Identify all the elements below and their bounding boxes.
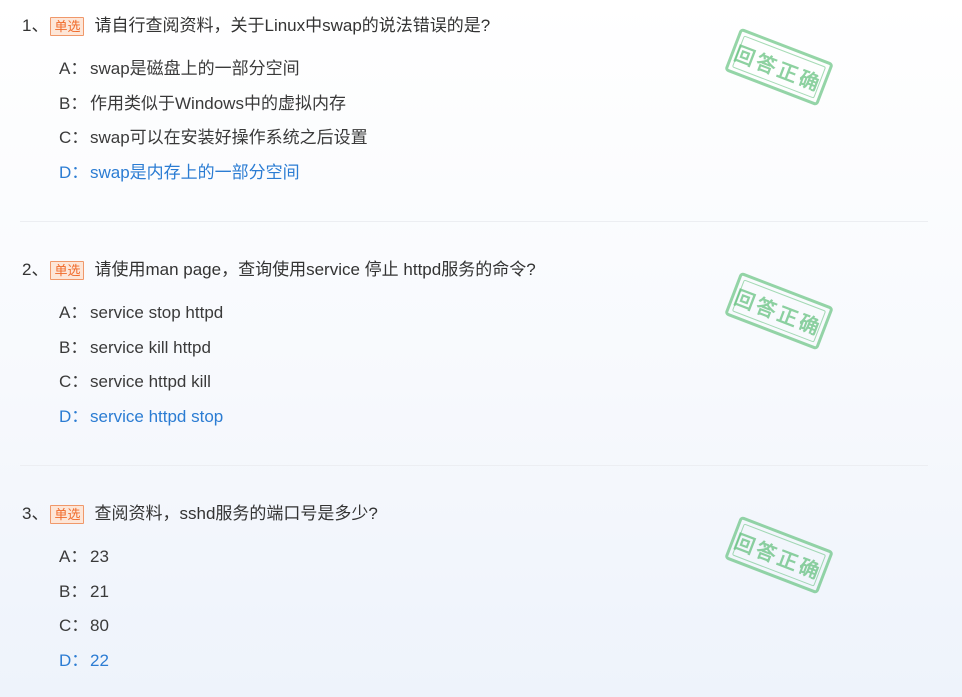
option-letter: A： (59, 303, 88, 322)
option-text: service httpd kill (90, 372, 211, 391)
question-title: 1、 单选 请自行查阅资料，关于Linux中swap的说法错误的是? (22, 14, 490, 38)
option-c[interactable]: C： service httpd kill (59, 370, 223, 405)
option-letter: C： (59, 372, 89, 391)
option-letter: B： (59, 581, 88, 601)
stamp-text: 回答正确 (731, 528, 826, 585)
question-title: 3、 单选 查阅资料，sshd服务的端口号是多少? (22, 502, 378, 526)
option-b[interactable]: B： 21 (59, 580, 109, 615)
option-letter: A： (59, 547, 88, 566)
correct-answer-stamp: 回答正确 (724, 271, 834, 351)
question-text: 请使用man page，查询使用service 停止 httpd服务的命令? (94, 260, 536, 279)
option-b[interactable]: B： service kill httpd (59, 336, 223, 371)
options-list: A： swap是磁盘上的一部分空间 B： 作用类似于Windows中的虚拟内存 C：… (59, 57, 368, 195)
stamp-text: 回答正确 (731, 40, 826, 97)
option-text: swap是磁盘上的一部分空间 (90, 59, 300, 78)
option-text: swap可以在安装好操作系统之后设置 (90, 128, 368, 147)
option-text: service kill httpd (90, 337, 211, 357)
divider (20, 465, 928, 466)
option-letter: D： (59, 650, 89, 670)
option-text: 22 (90, 650, 109, 670)
options-list: A： 23 B： 21 C： 80 D： 22 (59, 545, 109, 683)
option-b[interactable]: B： 作用类似于Windows中的虚拟内存 (59, 92, 368, 127)
option-c[interactable]: C： swap可以在安装好操作系统之后设置 (59, 126, 368, 161)
option-text: 23 (90, 547, 109, 566)
option-text: service httpd stop (90, 406, 224, 426)
option-a[interactable]: A： 23 (59, 545, 109, 580)
option-text: service stop httpd (90, 303, 224, 322)
question-text: 请自行查阅资料，关于Linux中swap的说法错误的是? (94, 16, 491, 35)
question-number: 2、 (22, 260, 49, 279)
stamp-text: 回答正确 (731, 284, 826, 341)
question-title: 2、 单选 请使用man page，查询使用service 停止 httpd服务… (22, 258, 536, 282)
correct-answer-stamp: 回答正确 (724, 515, 834, 595)
option-letter: B： (59, 93, 88, 113)
option-c[interactable]: C： 80 (59, 614, 109, 649)
single-choice-badge: 单选 (50, 16, 85, 36)
option-a[interactable]: A： service stop httpd (59, 301, 223, 336)
option-d[interactable]: D： service httpd stop (59, 405, 223, 440)
question-number: 3、 (22, 504, 49, 523)
divider (20, 221, 928, 222)
option-letter: A： (59, 59, 88, 78)
option-letter: D： (59, 406, 89, 426)
correct-answer-stamp: 回答正确 (724, 27, 834, 107)
question-number: 1、 (22, 16, 49, 35)
option-d[interactable]: D： 22 (59, 649, 109, 684)
option-letter: C： (59, 128, 89, 147)
option-text: 80 (90, 616, 109, 635)
option-letter: B： (59, 337, 88, 357)
option-text: swap是内存上的一部分空间 (90, 162, 300, 182)
single-choice-badge: 单选 (50, 504, 85, 524)
options-list: A： service stop httpd B： service kill http… (59, 301, 223, 439)
option-text: 21 (90, 581, 109, 601)
option-a[interactable]: A： swap是磁盘上的一部分空间 (59, 57, 368, 92)
option-letter: C： (59, 616, 89, 635)
option-text: 作用类似于Windows中的虚拟内存 (90, 93, 346, 113)
option-letter: D： (59, 162, 89, 182)
question-text: 查阅资料，sshd服务的端口号是多少? (94, 504, 378, 523)
single-choice-badge: 单选 (50, 260, 85, 280)
option-d[interactable]: D： swap是内存上的一部分空间 (59, 161, 368, 196)
